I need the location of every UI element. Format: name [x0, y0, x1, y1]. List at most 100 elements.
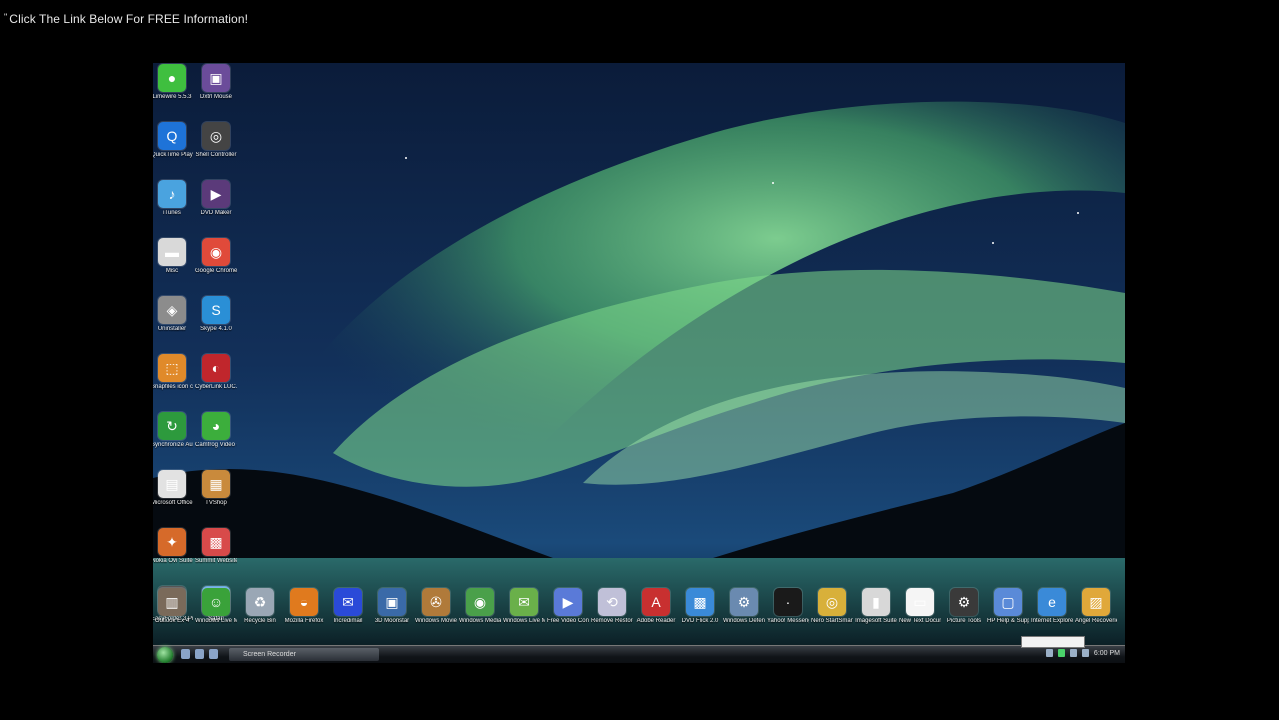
desktop-shortcut[interactable]: ◉ Google Chrome [195, 238, 237, 275]
app-icon: ⬚ [158, 354, 186, 382]
desktop-shortcut[interactable]: ◒ Mozilla Firefox [283, 588, 325, 625]
desktop-shortcut[interactable]: S Skype 4.1.0 [195, 296, 237, 333]
internet-explorer-icon: e [1038, 588, 1066, 616]
desktop-shortcut[interactable]: ▶ Free Video Converter [547, 588, 589, 625]
app-icon: ◎ [202, 122, 230, 150]
quicktime-icon: Q [158, 122, 186, 150]
tray-icon[interactable] [1045, 649, 1053, 657]
desktop-shortcut[interactable]: ◕ Camfrog Video C... [195, 412, 237, 449]
desktop-shortcut-label: Internet Explorer [1031, 618, 1073, 624]
desktop-shortcut[interactable]: ✉ Windows Live Mail [503, 588, 545, 625]
desktop-shortcut[interactable]: ▩ Summit Websites [195, 528, 237, 565]
desktop-shortcut[interactable]: Q QuickTime Player [153, 122, 193, 159]
desktop-shortcut[interactable]: e Internet Explorer [1031, 588, 1073, 625]
app-icon: ✉ [510, 588, 538, 616]
text-document-icon: ▭ [906, 588, 934, 616]
desktop-shortcut-label: Windows Media Center [459, 618, 501, 624]
desktop-shortcut-label: Recycle Bin [244, 618, 276, 624]
app-icon: ▩ [686, 588, 714, 616]
desktop-shortcut[interactable]: ♻ Recycle Bin [239, 588, 281, 625]
desktop-shortcut-label: TVShop [205, 500, 227, 506]
desktop-shortcut[interactable]: ⬚ Snapfiles icon converter [153, 354, 193, 391]
desktop-screen: ● Limewire 5.5.3 ▣ Dxtrl Mouse Q QuickTime Pl… [153, 63, 1125, 663]
app-icon: ▩ [202, 528, 230, 556]
banner-text: Click The Link Below For FREE Informatio… [9, 12, 249, 26]
start-button[interactable] [157, 647, 173, 663]
desktop-shortcut-label: Dxtrl Mouse [199, 94, 232, 100]
desktop-shortcut[interactable]: ♪ iTunes [153, 180, 193, 217]
desktop-shortcut[interactable]: ▭ New Text Document [899, 588, 941, 625]
desktop-shortcut[interactable]: ◈ Uninstaller [153, 296, 193, 333]
browser-icon[interactable] [209, 649, 218, 659]
desktop-shortcut[interactable]: ↻ Synchronize Audio... [153, 412, 193, 449]
taskbar: Screen Recorder 6:00 PM [153, 645, 1125, 663]
app-icon: ↻ [158, 412, 186, 440]
desktop-shortcut[interactable]: ✉ Incredimail [327, 588, 369, 625]
app-icon: ▣ [378, 588, 406, 616]
desktop-icon-row: ▥ Outlook Ex 4 ☺ Windows Live Mes... ♻ Recycl… [153, 586, 1125, 642]
limewire-icon: ● [158, 64, 186, 92]
desktop-shortcut[interactable]: ◐ CyberLink LUC.IP... [195, 354, 237, 391]
desktop-shortcut-label: Uninstaller [157, 326, 187, 332]
desktop-shortcut[interactable]: A Adobe Reader [635, 588, 677, 625]
desktop-shortcut[interactable]: · Yahoo! Messenger [767, 588, 809, 625]
desktop-shortcut[interactable]: ▤ Microsoft Office ... [153, 470, 193, 507]
desktop-shortcut[interactable]: ▣ Dxtrl Mouse [195, 64, 237, 101]
desktop-shortcut[interactable]: ▦ TVShop [195, 470, 237, 507]
desktop-shortcut-label: Mozilla Firefox [284, 618, 324, 624]
folder-icon: ▬ [158, 238, 186, 266]
app-icon: ⚙ [730, 588, 758, 616]
office-icon: ▤ [158, 470, 186, 498]
taskbar-button[interactable]: Screen Recorder [229, 648, 379, 661]
nero-icon: ◎ [818, 588, 846, 616]
desktop-shortcut[interactable]: ⚙ Windows Defender [723, 588, 765, 625]
recycle-bin-icon: ♻ [246, 588, 274, 616]
desktop-shortcut[interactable]: ▣ 3D Moonstar [371, 588, 413, 625]
chrome-icon: ◉ [202, 238, 230, 266]
desktop-shortcut[interactable]: ⟲ Remove Restore [591, 588, 633, 625]
desktop-shortcut[interactable]: ● Limewire 5.5.3 [153, 64, 193, 101]
desktop-shortcut-label: DVD Maker [200, 210, 232, 216]
volume-icon[interactable] [1069, 649, 1077, 657]
desktop-icon-grid: ● Limewire 5.5.3 ▣ Dxtrl Mouse Q QuickTime Pl… [153, 63, 313, 622]
desktop-shortcut-label: Angel Recoveries [1075, 618, 1117, 624]
desktop-shortcut-label: Remove Restore [591, 618, 633, 624]
desktop-shortcut[interactable]: ▩ DVD Flick 2.0 [679, 588, 721, 625]
show-desktop-icon[interactable] [181, 649, 190, 659]
desktop-shortcut[interactable]: ✦ Nokia Ovi Suite [153, 528, 193, 565]
firefox-icon: ◒ [290, 588, 318, 616]
desktop-shortcut-label: Limewire 5.5.3 [153, 94, 192, 100]
desktop-shortcut[interactable]: ▬ Misc [153, 238, 193, 275]
app-icon: ✦ [158, 528, 186, 556]
tray-icon[interactable] [1081, 649, 1089, 657]
app-icon: · [774, 588, 802, 616]
desktop-shortcut-label: Yahoo! Messenger [767, 618, 809, 624]
desktop-shortcut[interactable]: ☺ Windows Live Mes... [195, 588, 237, 625]
desktop-shortcut[interactable]: ✇ Windows Movie Maker [415, 588, 457, 625]
app-icon: ▮ [862, 588, 890, 616]
desktop-shortcut[interactable]: ⚙ Picture Tools [943, 588, 985, 625]
banner-bullet: " [4, 12, 8, 22]
switch-windows-icon[interactable] [195, 649, 204, 659]
camfrog-icon: ◕ [202, 412, 230, 440]
desktop-shortcut-label: Adobe Reader [636, 618, 676, 624]
desktop-shortcut-label: Windows Defender [723, 618, 765, 624]
desktop-shortcut[interactable]: ▮ Imagesoft Suite [855, 588, 897, 625]
desktop-shortcut-label: Misc [165, 268, 179, 274]
desktop-shortcut[interactable]: ◎ Shell Controller [195, 122, 237, 159]
desktop-shortcut[interactable]: ▶ DVD Maker [195, 180, 237, 217]
desktop-shortcut[interactable]: ▢ HP Help & Support [987, 588, 1029, 625]
desktop-shortcut[interactable]: ◎ Nero StartSmart [811, 588, 853, 625]
desktop-shortcut-label: New Text Document [899, 618, 941, 624]
desktop-shortcut-label: 3D Moonstar [374, 618, 410, 624]
desktop-shortcut[interactable]: ◉ Windows Media Center [459, 588, 501, 625]
desktop-shortcut-label: Summit Websites [195, 558, 237, 564]
clock[interactable]: 6:00 PM [1094, 650, 1120, 657]
desktop-shortcut-label: Microsoft Office ... [153, 500, 193, 506]
app-icon: ▥ [158, 588, 186, 616]
desktop-shortcut[interactable]: ▥ Outlook Ex 4 [153, 588, 193, 625]
system-tray: 6:00 PM [1045, 649, 1120, 657]
network-icon[interactable] [1057, 649, 1065, 657]
desktop-shortcut[interactable]: ▨ Angel Recoveries [1075, 588, 1117, 625]
desktop-shortcut-label: Camfrog Video C... [195, 442, 237, 448]
